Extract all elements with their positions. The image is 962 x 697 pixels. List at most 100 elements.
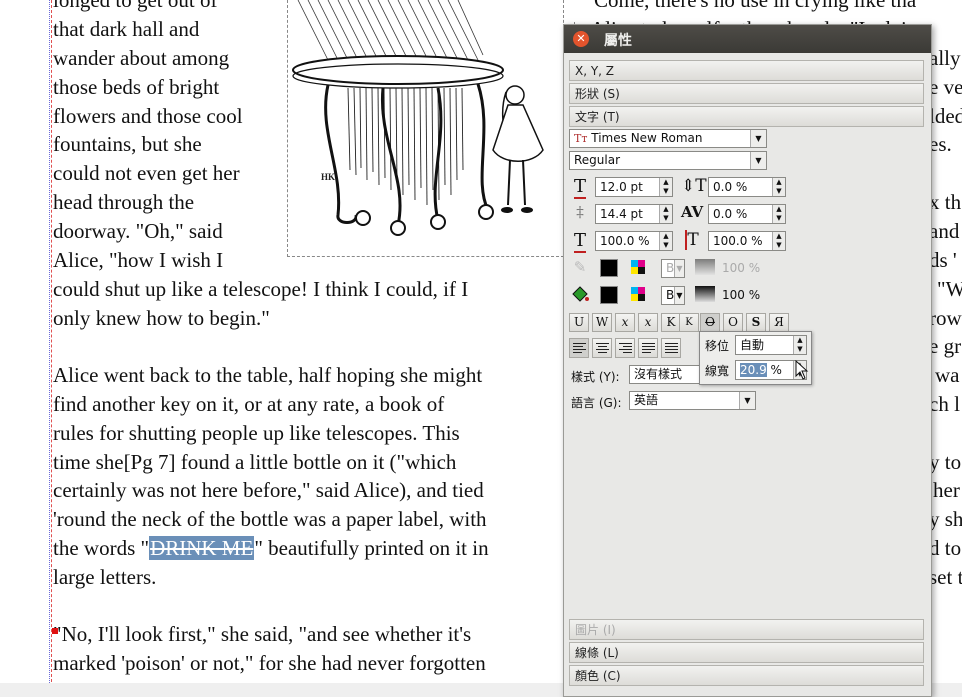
stroke-color-select[interactable]: B ▼ — [661, 259, 685, 278]
spin-arrows-icon[interactable]: ▲▼ — [772, 232, 785, 250]
text-line[interactable]: d to — [929, 534, 961, 563]
stroke-pen-icon: ✎ — [573, 258, 587, 276]
fill-color-swatch[interactable] — [600, 286, 618, 304]
text-line[interactable]: marked 'poison' or not," for she had nev… — [53, 649, 486, 678]
text-line[interactable]: row — [929, 304, 962, 333]
text-line[interactable]: e ve — [929, 73, 962, 102]
text-line[interactable]: e gr — [929, 332, 961, 361]
align-center-button[interactable] — [592, 338, 612, 358]
text-line[interactable]: set t — [929, 563, 962, 592]
text-line[interactable]: ch l — [929, 390, 960, 419]
font-size-input[interactable]: 12.0 pt ▲ ▼ — [595, 177, 673, 197]
underline-button[interactable]: U — [569, 313, 589, 332]
right-to-left-button[interactable]: Я — [769, 313, 789, 332]
text-line[interactable]: longed to get out of — [53, 0, 217, 15]
spin-arrows-icon[interactable]: ▲▼ — [772, 178, 785, 196]
text-line[interactable]: ally — [929, 44, 961, 73]
baseline-offset-input[interactable]: 0.0 % ▲ ▼ — [708, 177, 786, 197]
text-line[interactable]: y sh — [929, 505, 962, 534]
spin-arrows-icon[interactable]: ▲▼ — [793, 336, 806, 354]
spin-arrows-icon[interactable]: ▲▼ — [772, 205, 785, 223]
text-line[interactable]: head through the — [53, 188, 194, 217]
text-line[interactable]: rules for shutting people up like telesc… — [53, 419, 460, 448]
text-line-with-selection[interactable]: the words "DRINK ME" beautifully printed… — [53, 534, 489, 563]
language-select[interactable]: 英語 ▼ — [629, 391, 756, 410]
text-line[interactable]: and — [929, 217, 959, 246]
close-button[interactable]: ✕ — [573, 31, 589, 47]
align-left-button[interactable] — [569, 338, 589, 358]
text-run: the words " — [53, 536, 150, 560]
spin-arrows-icon[interactable]: ▲▼ — [659, 205, 672, 223]
offset-input[interactable]: 自動 ▲ ▼ — [735, 335, 807, 355]
paragraph-style-select[interactable]: 沒有樣式 — [629, 365, 709, 384]
spin-arrows-icon[interactable]: ▲▼ — [659, 232, 672, 250]
font-style-select[interactable]: Regular ▼ — [569, 151, 767, 170]
tracking-input[interactable]: 0.0 % ▲ ▼ — [708, 204, 786, 224]
scale-width-icon: T — [573, 230, 586, 253]
outline-button[interactable]: O — [723, 313, 743, 332]
superscript-button[interactable]: x — [638, 313, 658, 332]
text-line[interactable]: could shut up like a telescope! I think … — [53, 275, 468, 304]
text-line[interactable]: wa — [935, 361, 960, 390]
text-line[interactable]: "W — [937, 275, 962, 304]
text-line[interactable]: Alice went back to the table, half hopin… — [53, 361, 482, 390]
font-family-select[interactable]: Tт Times New Roman ▼ — [569, 129, 767, 148]
text-line[interactable]: flowers and those cool — [53, 102, 243, 131]
text-line[interactable]: x th — [929, 188, 961, 217]
scale-height-value: 100.0 % — [713, 234, 763, 248]
selected-text[interactable]: DRINK ME — [149, 536, 255, 560]
text-line[interactable]: "No, I'll look first," she said, "and se… — [53, 620, 471, 649]
text-run: " beautifully printed on it in — [254, 536, 489, 560]
text-line[interactable]: lded — [929, 102, 962, 131]
align-justify-button[interactable] — [638, 338, 658, 358]
illustration-frame[interactable]: HK — [287, 0, 564, 257]
text-line[interactable]: 'round the neck of the bottle was a pape… — [53, 505, 487, 534]
paragraph-style-value: 沒有樣式 — [634, 367, 683, 381]
fill-color-select[interactable]: B ▼ — [661, 286, 685, 305]
section-shape[interactable]: 形狀 (S) — [569, 83, 924, 104]
text-line[interactable]: fountains, but she — [53, 130, 202, 159]
section-xyz[interactable]: X, Y, Z — [569, 60, 924, 81]
small-caps-button[interactable]: K — [679, 313, 699, 332]
baseline-offset-icon: ⇕T — [681, 176, 707, 196]
text-line[interactable]: only knew how to begin." — [53, 304, 270, 333]
section-text[interactable]: 文字 (T) — [569, 106, 924, 127]
text-line[interactable]: doorway. "Oh," said — [53, 217, 223, 246]
text-line[interactable]: y to — [929, 448, 961, 477]
text-line[interactable]: Come, there's no use in crying like tha — [594, 0, 916, 15]
shadow-button[interactable]: S — [746, 313, 766, 332]
text-line[interactable]: certainly was not here before," said Ali… — [53, 476, 484, 505]
text-line[interactable]: her — [933, 476, 960, 505]
scale-height-input[interactable]: 100.0 % ▲ ▼ — [708, 231, 786, 251]
text-line[interactable]: time she[Pg 7] found a little bottle on … — [53, 448, 456, 477]
baseline-offset-value: 0.0 % — [713, 180, 748, 194]
text-line[interactable]: find another key on it, or at any rate, … — [53, 390, 444, 419]
text-line[interactable]: that dark hall and — [53, 15, 199, 44]
underline-words-button[interactable]: W — [592, 313, 612, 332]
fill-shade-icon — [695, 286, 715, 302]
section-line[interactable]: 線條 (L) — [569, 642, 924, 663]
strikethrough-button[interactable]: O — [700, 313, 720, 332]
all-caps-button[interactable]: K — [661, 313, 681, 332]
text-line[interactable]: large letters. — [53, 563, 156, 592]
text-line[interactable]: could not even get her — [53, 159, 240, 188]
line-spacing-icon[interactable]: ‡ — [571, 203, 589, 221]
text-line[interactable]: ds ' — [929, 246, 957, 275]
text-line[interactable]: es. — [929, 130, 952, 159]
text-line[interactable]: those beds of bright — [53, 73, 219, 102]
chevron-down-icon: ▼ — [674, 287, 684, 304]
truetype-font-icon: Tт — [574, 132, 588, 145]
line-spacing-input[interactable]: 14.4 pt ▲ ▼ — [595, 204, 673, 224]
offset-label: 移位 — [705, 339, 730, 353]
align-force-justify-button[interactable] — [661, 338, 681, 358]
text-line[interactable]: Alice, "how I wish I — [53, 246, 223, 275]
text-line[interactable]: wander about among — [53, 44, 229, 73]
style-label: 樣式 (Y): — [571, 370, 620, 384]
spin-arrows-icon[interactable]: ▲▼ — [659, 178, 672, 196]
subscript-button[interactable]: x — [615, 313, 635, 332]
panel-title-bar[interactable]: ✕ 屬性 — [564, 25, 931, 53]
scale-width-input[interactable]: 100.0 % ▲ ▼ — [595, 231, 673, 251]
section-colors[interactable]: 顏色 (C) — [569, 665, 924, 686]
align-right-button[interactable] — [615, 338, 635, 358]
stroke-color-swatch[interactable] — [600, 259, 618, 277]
